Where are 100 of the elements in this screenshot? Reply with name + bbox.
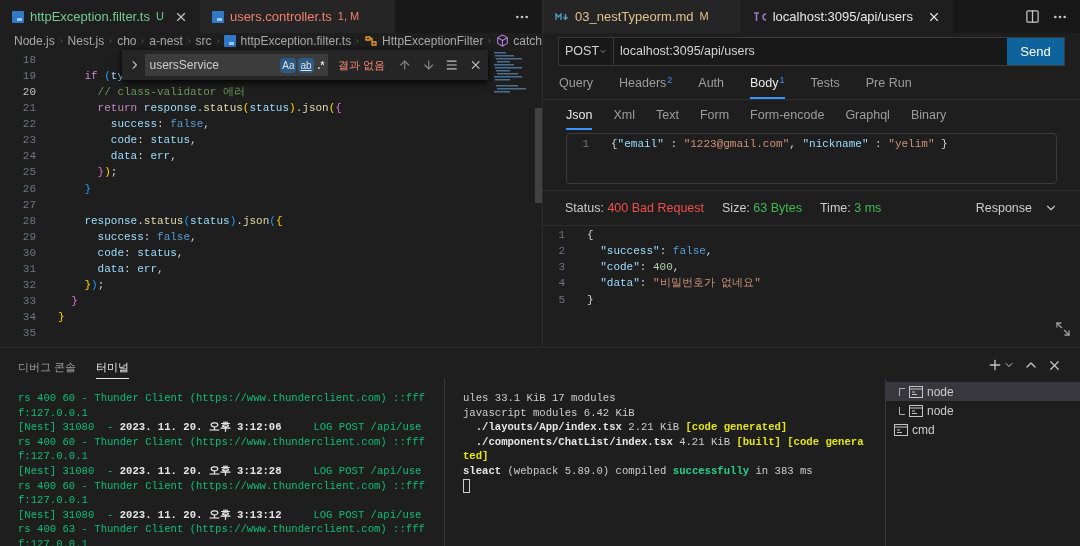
body-type-tab[interactable]: Json <box>566 106 593 130</box>
terminal-line: rs 400 60 - Thunder Client (https://www.thunderclient.com) ::fff <box>18 479 425 492</box>
terminal-line: [Nest] 31080 - 2023. 11. 20. 오후 3:12:06 LOG POST /api/use <box>18 421 422 434</box>
request-tab[interactable]: Pre Run <box>865 74 912 99</box>
code-line: }); <box>83 278 105 294</box>
line-number: 22 <box>21 117 36 133</box>
code-line: success: false, <box>109 117 210 133</box>
code-line: data: err, <box>109 149 177 165</box>
line-number: 26 <box>21 181 36 197</box>
request-body-editor[interactable]: 1 {"email" : "1223@gmail.com", "nickname" : "yelim" } <box>566 133 1057 184</box>
typescript-file-icon <box>224 34 237 47</box>
breadcrumb-item[interactable]: a-nest <box>149 31 183 50</box>
line-number: 29 <box>21 229 36 245</box>
terminal-line: rs 400 60 - Thunder Client (https://www.thunderclient.com) ::fff <box>18 435 425 448</box>
breadcrumb-item[interactable]: Node.js <box>14 31 55 50</box>
code-line: code: status, <box>96 245 184 261</box>
request-tab[interactable]: Headers$^{2}$ <box>619 74 673 99</box>
code-line: success: false, <box>96 229 197 245</box>
terminal-line: ./layouts/App/index.tsx 2.21 KiB [code generated] <box>474 421 788 434</box>
terminal-line: ules 33.1 KiB 17 modules <box>463 392 616 404</box>
breadcrumb-item[interactable]: httpException.filter.ts <box>240 31 352 50</box>
body-type-tab[interactable]: Text <box>655 106 679 130</box>
line-number: 27 <box>21 197 36 213</box>
line-number: 20 <box>21 85 36 100</box>
terminal-line: f:127.0.0.1 <box>18 406 88 419</box>
time-info: Time: 3 ms <box>819 199 882 217</box>
breadcrumb-item[interactable]: HttpExceptionFilter <box>382 31 484 50</box>
body-type-tab[interactable]: Xml <box>613 106 635 130</box>
response-view-dropdown[interactable]: Response <box>975 198 1058 218</box>
request-tab[interactable]: Auth <box>698 74 725 99</box>
line-number: 18 <box>21 52 36 68</box>
code-line: } <box>587 292 594 308</box>
line-number: 24 <box>21 149 36 165</box>
code-line: {"email" : "1223@gmail.com", "nickname" : "yelim" } <box>611 137 948 152</box>
body-type-tab[interactable]: Form-encode <box>750 106 825 130</box>
scrollbar-thumb[interactable] <box>535 108 542 203</box>
status-info: Status: 400 Bad Request <box>565 199 704 217</box>
breadcrumb-item[interactable]: src <box>195 31 212 50</box>
terminal-icon <box>909 385 923 398</box>
code-line: data: err, <box>96 262 164 277</box>
editor-tab[interactable]: httpException.filter.ts U <box>0 0 200 33</box>
line-number: 25 <box>21 165 36 181</box>
class-icon <box>364 34 379 47</box>
terminal-list-item[interactable]: cmd <box>886 420 1080 439</box>
terminal-line: ./components/ChatList/index.tsx 4.21 KiB [built] [code genera <box>474 435 864 448</box>
terminal-line: f:127.0.0.1 <box>18 450 88 463</box>
line-number: 3 <box>557 260 565 276</box>
size-info: Size: 63 Bytes <box>722 199 802 217</box>
method-icon <box>496 34 510 47</box>
line-number: 23 <box>21 133 36 149</box>
find-in-selection-icon[interactable] <box>445 58 459 72</box>
terminal-icon <box>894 423 908 436</box>
tree-connector-icon <box>899 406 905 415</box>
panel-tab[interactable]: 터미널 <box>96 358 130 379</box>
body-type-tab[interactable]: Binary <box>910 106 947 130</box>
terminal-line: rs 400 63 - Thunder Client (https://www.thunderclient.com) ::fff <box>18 523 425 536</box>
request-tab[interactable]: Tests <box>810 74 840 99</box>
terminal-icon <box>909 404 923 417</box>
line-number: 5 <box>557 292 565 308</box>
breadcrumb-item[interactable]: cho <box>117 31 137 50</box>
line-number: 19 <box>21 68 36 84</box>
code-line: } <box>83 181 91 197</box>
terminal-list-item[interactable]: node <box>886 382 1080 401</box>
markdown-icon <box>555 12 569 21</box>
expand-icon[interactable] <box>1055 321 1071 337</box>
breadcrumb-item[interactable]: catch <box>513 31 542 50</box>
request-tab[interactable]: Query <box>559 74 594 99</box>
next-match-icon[interactable] <box>421 58 436 72</box>
previous-match-icon[interactable] <box>398 58 412 72</box>
code-line: code: status, <box>109 133 197 149</box>
find-field[interactable]: usersService Aa ab .* <box>145 54 329 76</box>
line-number: 4 <box>557 276 565 292</box>
request-tab[interactable]: Body$^{1}$ <box>750 74 785 99</box>
typescript-file-icon <box>211 10 224 23</box>
breadcrumb-item[interactable]: Nest.js <box>67 31 105 50</box>
split-editor-icon[interactable] <box>1025 9 1040 24</box>
new-terminal-icon[interactable] <box>987 357 1003 373</box>
line-number: 32 <box>21 278 36 294</box>
search-option-toggle[interactable]: ab <box>298 57 314 73</box>
panel-tab[interactable]: 디버그 콘솔 <box>18 358 77 379</box>
code-line: } <box>58 310 65 326</box>
editor-tab[interactable]: 03_nestTypeorm.md M <box>543 0 741 33</box>
line-number: 33 <box>21 294 36 310</box>
editor-tab[interactable]: localhost:3095/api/users <box>740 0 953 33</box>
code-line: // class-validator 에러 <box>96 85 246 100</box>
editor-tab[interactable]: users.controller.ts 1, M <box>199 0 396 33</box>
terminal-line: f:127.0.0.1 <box>18 494 88 507</box>
line-number: 2 <box>557 244 565 260</box>
line-number: 28 <box>21 213 36 229</box>
code-line: "success": false, <box>599 244 713 260</box>
terminal-line: javascript modules 6.42 KiB <box>463 406 635 419</box>
line-number: 31 <box>21 262 36 277</box>
terminal-list-item[interactable]: node <box>886 401 1080 420</box>
search-option-toggle[interactable]: Aa <box>280 57 297 73</box>
tree-connector-icon <box>899 387 905 396</box>
typescript-file-icon <box>12 10 24 23</box>
body-type-tab[interactable]: Form <box>699 106 730 130</box>
search-option-toggle[interactable]: .* <box>315 57 327 73</box>
terminal-line: sleact (webpack 5.89.0) compiled successfully in 383 ms <box>463 464 813 477</box>
body-type-tab[interactable]: Graphql <box>845 106 890 130</box>
